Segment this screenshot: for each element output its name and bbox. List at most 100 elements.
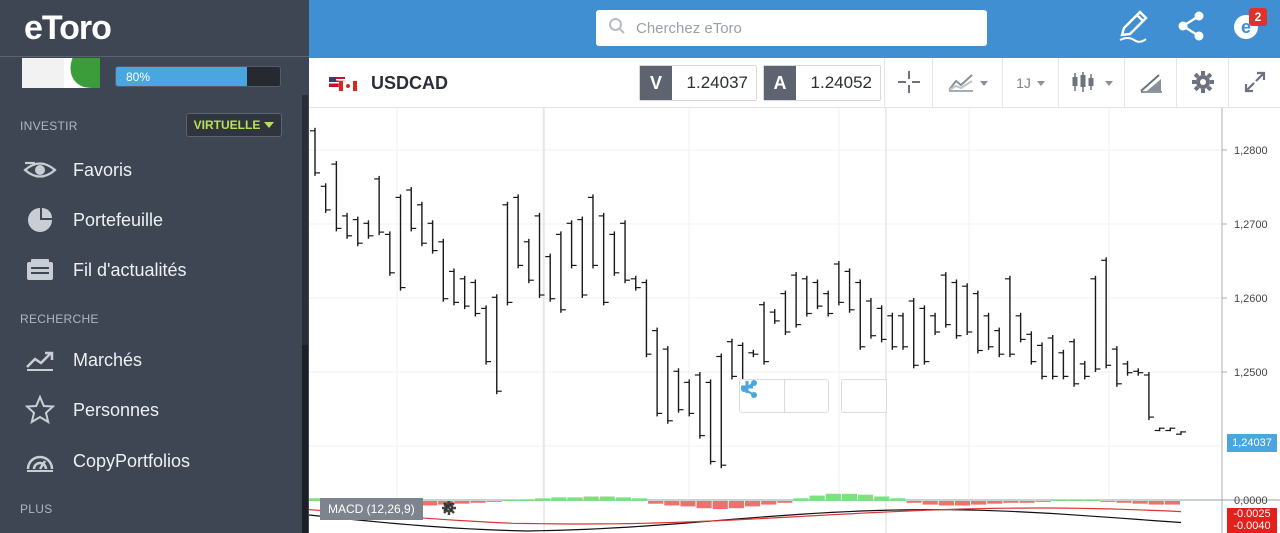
price-chart[interactable]: 1,2800 1,2700 1,2600 1,2500 0,0000 1,240… [309, 108, 1280, 533]
logo-bar: eToro [0, 0, 309, 57]
sidebar-item-fil-actualites[interactable]: Fil d'actualités [0, 250, 300, 290]
virtual-mode-dropdown[interactable]: VIRTUELLE [186, 113, 282, 137]
avatar-paper [22, 58, 64, 88]
sell-quote[interactable]: V 1.24037 [639, 65, 757, 101]
macd-histogram-bar [1035, 501, 1051, 502]
macd-histogram-bar [567, 497, 583, 501]
y-tick-label: 1,2500 [1234, 367, 1268, 379]
sidebar-scrollbar[interactable] [302, 95, 308, 533]
notifications-button[interactable]: e 2 [1229, 8, 1267, 46]
gear-icon [1191, 70, 1215, 97]
macd-histogram-bar [874, 496, 890, 501]
macd-value-line1: -0.0025 [1233, 508, 1271, 520]
star-icon [0, 395, 73, 425]
macd-indicator-label[interactable]: MACD (12,26,9) [320, 498, 423, 520]
chart-settings-button[interactable] [1176, 58, 1228, 108]
y-tick-label: 1,2700 [1234, 219, 1268, 231]
compare-dropdown[interactable] [932, 58, 1002, 108]
macd-value-line2: -0.0040 [1233, 520, 1271, 532]
macd-histogram-bar [696, 501, 712, 509]
share-icon [1177, 11, 1205, 46]
sidebar-item-copyportfolios[interactable]: CopyPortfolios [0, 441, 300, 481]
sidebar-item-label: Portefeuille [73, 209, 164, 230]
chart-toolbar: USDCAD V 1.24037 A 1.24052 1J [309, 58, 1280, 108]
edit-post-button[interactable] [1115, 9, 1151, 46]
section-invest-label: INVESTIR [20, 119, 78, 133]
macd-histogram-bar [583, 496, 599, 501]
macd-histogram-bar [470, 501, 486, 503]
sidebar-item-label: Favoris [73, 159, 133, 180]
copyportfolio-icon [0, 449, 73, 473]
scrollbar-thumb[interactable] [302, 345, 308, 533]
buy-quote[interactable]: A 1.24052 [763, 65, 881, 101]
macd-histogram-bar [422, 501, 438, 506]
etoro-app: eToro 80% INVESTIR VIRTUELLE Favoris Por… [0, 0, 1280, 533]
macd-histogram-bar [809, 495, 825, 501]
search-box[interactable] [596, 10, 987, 46]
avatar[interactable] [22, 58, 100, 88]
compare-chart-icon [947, 72, 974, 95]
zoom-in-button[interactable] [741, 380, 828, 412]
macd-histogram-bar [954, 501, 971, 506]
macd-histogram-bar [922, 501, 938, 505]
timeframe-label: 1J [1016, 75, 1031, 91]
eye-icon [0, 159, 73, 181]
zoom-controls [739, 379, 887, 413]
macd-histogram-bar [631, 498, 648, 501]
expand-icon [1244, 71, 1266, 96]
sidebar-item-label: CopyPortfolios [73, 450, 191, 471]
macd-histogram-bar [858, 494, 874, 501]
macd-histogram-bar [1067, 500, 1084, 501]
crosshair-button[interactable] [884, 58, 932, 108]
trend-chart-icon [0, 349, 73, 371]
macd-histogram-bar [502, 500, 518, 501]
chart-canvas[interactable]: 1,2800 1,2700 1,2600 1,2500 0,0000 [309, 108, 1280, 533]
macd-histogram-bar [987, 501, 1003, 504]
crosshair-icon [897, 70, 921, 97]
sidebar-item-personnes[interactable]: Personnes [0, 390, 300, 430]
chart-type-dropdown[interactable] [1058, 58, 1124, 108]
macd-histogram-bar [761, 501, 777, 505]
share-button[interactable] [1173, 10, 1209, 46]
instrument-symbol[interactable]: USDCAD [371, 73, 448, 94]
etoro-logo[interactable]: eToro [24, 9, 112, 48]
macd-signal-line [309, 507, 1182, 525]
pie-chart-icon [0, 206, 73, 234]
timeframe-dropdown[interactable]: 1J [1002, 58, 1058, 108]
drawing-tools-button[interactable] [1124, 58, 1176, 108]
macd-histogram-bar [728, 501, 744, 509]
macd-histogram-bar [777, 501, 793, 503]
mode-label: VIRTUELLE [193, 118, 261, 132]
share-chart-button[interactable] [741, 380, 886, 412]
notification-badge: 2 [1249, 8, 1267, 26]
macd-histogram-bar [906, 501, 922, 503]
candlestick-icon [1071, 71, 1099, 96]
search-input[interactable] [636, 19, 966, 37]
macd-histogram-bar [938, 501, 954, 506]
section-more-label: PLUS [20, 502, 53, 516]
macd-histogram-bar [890, 498, 906, 501]
sidebar-item-portefeuille[interactable]: Portefeuille [0, 200, 300, 240]
macd-histogram-bar [648, 501, 664, 504]
macd-histogram-bar [535, 498, 551, 501]
macd-histogram-bar [518, 499, 535, 501]
current-price-tag: 1,24037 [1227, 434, 1277, 452]
profile-row: 80% [22, 58, 292, 90]
macd-histogram-bar [825, 493, 841, 501]
sidebar-item-label: Marchés [73, 349, 143, 370]
macd-zero-label: 0,0000 [1234, 495, 1268, 507]
progress-percent: 80% [126, 70, 151, 84]
sidebar-item-marches[interactable]: Marchés [0, 340, 300, 380]
top-bar: e 2 [309, 0, 1280, 58]
macd-histogram-bar [1164, 501, 1180, 505]
usd-cad-flag-icon [329, 77, 358, 92]
macd-histogram-bar [454, 501, 470, 504]
macd-histogram-bar [664, 501, 680, 506]
share-chart-group [741, 379, 887, 413]
buy-tag: A [764, 66, 796, 100]
macd-histogram-bar [615, 497, 631, 501]
drawing-tool-icon [1139, 71, 1163, 96]
fullscreen-button[interactable] [1228, 58, 1280, 108]
sidebar-item-favoris[interactable]: Favoris [0, 150, 300, 190]
y-tick-label: 1,2600 [1234, 293, 1268, 305]
